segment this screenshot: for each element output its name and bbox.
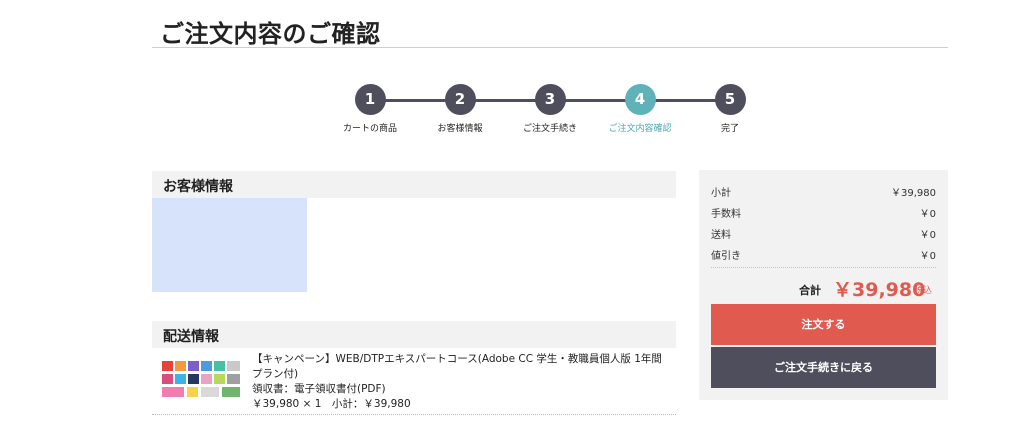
total-amount: ￥39,980 [833,279,926,301]
step-2: 2 お客様情報 [410,84,510,134]
step-3: 3 ご注文手続き [500,84,600,134]
step-5-label: 完了 [720,124,739,134]
step-1: 1 カートの商品 [320,84,420,134]
product-receipt: 領収書：電子領収書付(PDF) [252,383,386,395]
summary-divider [711,267,936,268]
step-1-number: 1 [354,84,386,115]
product-price-line: ￥39,980 × 1 小計：￥39,980 [252,398,411,410]
step-4-current: 4 ご注文内容確認 [590,84,690,134]
step-5: 5 完了 [680,84,780,134]
product-details: 【キャンペーン】WEB/DTPエキスパートコース(Adobe CC 学生・教職員… [252,352,672,412]
step-2-label: お客様情報 [437,124,483,134]
customer-info-placeholder [152,198,307,292]
checkout-stepper: 1 カートの商品 2 お客様情報 3 ご注文手続き 4 ご注文内容確認 5 完了 [320,84,780,134]
summary-label: 手数料 [711,209,741,220]
page-title: ご注文内容のご確認 [160,20,381,48]
summary-label: 小計 [711,188,731,199]
order-summary-panel: 小計 ￥39,980 手数料 ￥0 送料 ￥0 値引き ￥0 合計 ￥39,98… [699,170,948,400]
product-name: 【キャンペーン】WEB/DTPエキスパートコース(Adobe CC 学生・教職員… [252,353,662,380]
title-divider [152,47,948,48]
summary-value: ￥39,980 [891,188,936,199]
total-label: 合計 [799,284,821,297]
place-order-button[interactable]: 注文する [711,304,936,345]
summary-label: 値引き [711,251,741,262]
step-3-number: 3 [534,84,566,115]
step-5-number: 5 [714,84,746,115]
customer-info-header: お客様情報 [152,171,676,198]
step-2-number: 2 [444,84,476,115]
tax-included-label: 税込 [914,286,933,296]
shipping-info-header: 配送情報 [152,321,676,348]
cart-item-row: 【キャンペーン】WEB/DTPエキスパートコース(Adobe CC 学生・教職員… [152,348,676,415]
summary-value: ￥0 [919,230,936,241]
back-to-checkout-button[interactable]: ご注文手続きに戻る [711,347,936,388]
summary-value: ￥0 [919,209,936,220]
step-4-label: ご注文内容確認 [608,124,672,134]
product-thumbnail [160,358,244,401]
step-1-label: カートの商品 [342,124,397,134]
step-3-label: ご注文手続き [522,124,577,134]
summary-value: ￥0 [919,251,936,262]
step-4-number: 4 [624,84,656,115]
summary-label: 送料 [711,230,731,241]
